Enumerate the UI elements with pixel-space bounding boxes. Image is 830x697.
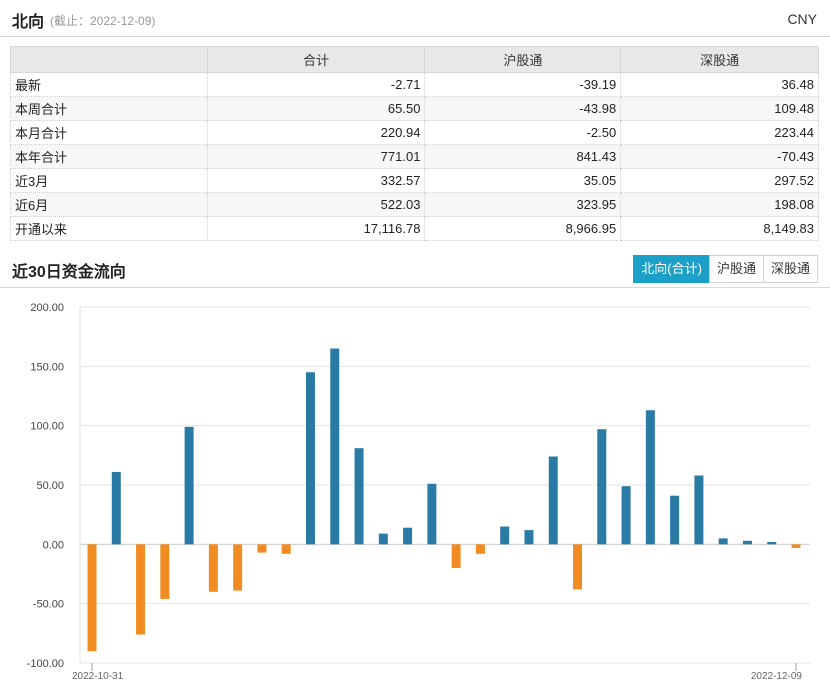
cell-total: 220.94 <box>206 120 426 145</box>
table-row: 本周合计 65.50 -43.98 109.48 <box>10 96 819 121</box>
y-tick-label: 100.00 <box>30 421 64 433</box>
bar <box>670 495 680 545</box>
bar <box>378 533 388 545</box>
tab-northbound-total[interactable]: 北向(合计) <box>633 255 710 283</box>
page-title: 北向 <box>12 14 45 31</box>
bar <box>718 538 728 545</box>
bar <box>742 540 752 545</box>
bar <box>305 372 315 545</box>
bar <box>621 486 631 545</box>
row-label: 本年合计 <box>10 144 208 169</box>
summary-table: 合计 沪股通 深股通 最新 -2.71 -39.19 36.48 本周合计 65… <box>10 46 819 241</box>
bar <box>548 456 558 545</box>
row-label: 本周合计 <box>10 96 208 121</box>
bar <box>791 544 801 548</box>
bar <box>136 544 146 635</box>
y-tick-label: -50.00 <box>33 599 64 611</box>
cell-sh: -2.50 <box>424 120 622 145</box>
divider <box>0 287 830 288</box>
table-row: 最新 -2.71 -39.19 36.48 <box>10 72 819 97</box>
x-end-label: 2022-12-09 <box>751 671 803 682</box>
bar <box>354 448 364 545</box>
bar <box>208 544 218 592</box>
bar <box>87 544 97 652</box>
tab-shenzhen-connect[interactable]: 深股通 <box>762 255 818 283</box>
cell-sz: 8,149.83 <box>620 216 819 241</box>
cell-sh: 35.05 <box>424 168 622 193</box>
bar <box>233 544 243 591</box>
row-label: 开通以来 <box>10 216 208 241</box>
bar <box>767 541 777 545</box>
row-label: 近6月 <box>10 192 208 217</box>
cell-sz: 109.48 <box>620 96 819 121</box>
cell-total: 522.03 <box>206 192 426 217</box>
bar <box>645 410 655 545</box>
bar <box>160 544 170 599</box>
bar <box>597 429 607 545</box>
series-tabs: 北向(合计) 沪股通 深股通 <box>633 255 818 283</box>
cell-total: 332.57 <box>206 168 426 193</box>
column-header-sz: 深股通 <box>620 46 819 73</box>
bar <box>451 544 461 569</box>
table-row: 近3月 332.57 35.05 297.52 <box>10 168 819 193</box>
cell-sz: 198.08 <box>620 192 819 217</box>
cell-total: 65.50 <box>206 96 426 121</box>
currency-label: CNY <box>787 11 817 27</box>
cell-sh: 8,966.95 <box>424 216 622 241</box>
y-tick-label: 150.00 <box>30 361 64 373</box>
y-tick-label: 200.00 <box>30 302 64 314</box>
bar <box>694 475 704 545</box>
bar <box>330 348 340 545</box>
cell-sh: -43.98 <box>424 96 622 121</box>
bar <box>111 471 121 545</box>
header: 北向 (截止：2022-12-09) CNY <box>0 0 830 37</box>
bar <box>500 526 510 545</box>
cell-sz: 223.44 <box>620 120 819 145</box>
x-start-label: 2022-10-31 <box>72 671 124 682</box>
cell-total: 17,116.78 <box>206 216 426 241</box>
column-header-total: 合计 <box>206 46 426 73</box>
row-label: 近3月 <box>10 168 208 193</box>
y-tick-label: 0.00 <box>43 539 64 551</box>
cell-total: -2.71 <box>206 72 426 97</box>
as-of-date: (截止：2022-12-09) <box>50 14 156 28</box>
bar <box>257 544 267 553</box>
row-label: 最新 <box>10 72 208 97</box>
bar <box>573 544 583 590</box>
cell-sh: -39.19 <box>424 72 622 97</box>
cell-total: 771.01 <box>206 144 426 169</box>
bar <box>281 544 291 554</box>
bar <box>475 544 485 554</box>
column-header <box>10 46 208 73</box>
fund-flow-chart: 200.00 150.00 100.00 50.00 0.00 -50.00 -100.00… <box>27 302 810 682</box>
table-row: 本月合计 220.94 -2.50 223.44 <box>10 120 819 145</box>
y-tick-label: 50.00 <box>36 480 64 492</box>
section-title: 近30日资金流向 <box>12 264 126 281</box>
table-header-row: 合计 沪股通 深股通 <box>10 46 819 73</box>
tab-shanghai-connect[interactable]: 沪股通 <box>708 255 764 283</box>
y-tick-label: -100.00 <box>27 658 64 670</box>
cell-sz: 297.52 <box>620 168 819 193</box>
bar <box>524 530 534 545</box>
table-row: 近6月 522.03 323.95 198.08 <box>10 192 819 217</box>
table-row: 本年合计 771.01 841.43 -70.43 <box>10 144 819 169</box>
bar <box>403 527 413 545</box>
bar <box>184 426 194 545</box>
bar <box>427 483 437 545</box>
cell-sh: 323.95 <box>424 192 622 217</box>
cell-sz: 36.48 <box>620 72 819 97</box>
cell-sz: -70.43 <box>620 144 819 169</box>
cell-sh: 841.43 <box>424 144 622 169</box>
column-header-sh: 沪股通 <box>424 46 622 73</box>
table-row: 开通以来 17,116.78 8,966.95 8,149.83 <box>10 216 819 241</box>
row-label: 本月合计 <box>10 120 208 145</box>
